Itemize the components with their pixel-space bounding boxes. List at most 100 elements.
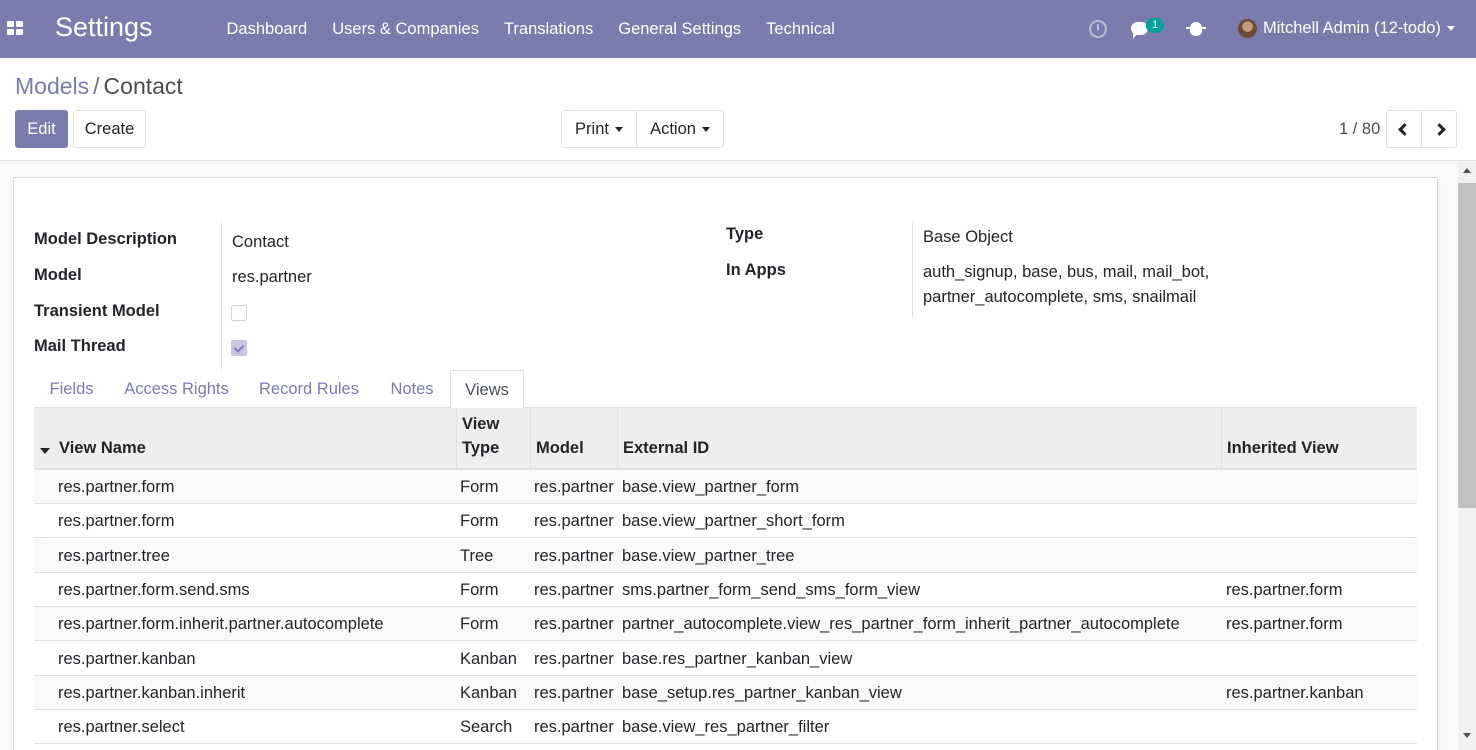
table-row[interactable]: res.partner.form.inherit.partner.autocom… [34,607,1417,642]
cell-model: res.partner [534,649,614,668]
tab-fields[interactable]: Fields [34,370,109,408]
cell-xml-id: base_setup.res_partner_kanban_view [622,683,902,702]
top-navbar: Settings Dashboard Users & Companies Tra… [0,0,1476,58]
caret-down-icon [614,127,623,133]
cell-type: Form [460,615,499,634]
menu-dashboard[interactable]: Dashboard [214,0,320,58]
cell-xml-id: base.view_partner_tree [622,546,795,565]
caret-down-icon [1446,26,1455,32]
edit-button[interactable]: Edit [15,110,68,148]
pager-next-button[interactable] [1421,110,1457,148]
sort-caret-icon[interactable] [40,448,50,454]
cell-inherited: res.partner.form [1226,580,1343,599]
cell-model: res.partner [534,478,614,496]
label-separator [221,222,222,370]
cell-xml-id: base.view_partner_short_form [622,512,845,531]
mail-thread-label: Mail Thread [34,337,126,355]
cell-model: res.partner [534,546,614,565]
table-row[interactable]: res.partner.kanban Kanban res.partner base.… [34,642,1417,676]
column-inherited-view[interactable]: Inherited View [1221,408,1417,468]
cell-model: res.partner [534,580,614,599]
table-header: View Name View Type Model External ID Inh… [34,408,1417,470]
column-view-name-label: View Name [59,439,146,457]
column-view-type-label: View Type [462,415,500,457]
column-model-label: Model [536,439,584,457]
column-view-type[interactable]: View Type [456,408,530,468]
cell-type: Search [460,718,513,737]
in-apps-label: In Apps [726,261,786,279]
cell-inherited: res.partner.form [1226,615,1343,634]
caret-down-icon [701,127,710,133]
column-external-id[interactable]: External ID [617,408,1221,468]
cell-name: res.partner.kanban [58,649,196,668]
cell-type: Tree [460,546,494,565]
column-model[interactable]: Model [530,408,617,468]
cell-type: Form [460,512,499,531]
type-value: Base Object [923,228,1013,246]
cell-xml-id: sms.partner_form_send_sms_form_view [622,580,921,599]
tab-notes[interactable]: Notes [380,370,444,408]
transient-model-checkbox[interactable] [231,305,247,321]
main-menu: Dashboard Users & Companies Translations… [214,0,847,58]
table-row[interactable]: res.partner.form Form res.partner base.view… [34,504,1417,539]
table-row[interactable]: res.partner.form.send.sms Form res.partner… [34,573,1417,607]
cell-name: res.partner.form [58,478,175,496]
print-dropdown[interactable]: Print [561,110,637,148]
cell-inherited: res.partner.kanban [1226,683,1364,702]
column-view-name[interactable]: View Name [54,408,456,468]
breadcrumb-models[interactable]: Models [15,73,89,99]
create-button[interactable]: Create [73,110,146,148]
cell-type: Kanban [460,683,517,702]
tab-views[interactable]: Views [450,370,524,409]
cell-xml-id: base.view_res_partner_filter [622,718,830,737]
bug-icon[interactable] [1186,22,1206,36]
menu-translations[interactable]: Translations [491,0,605,58]
scrollbar-thumb[interactable] [1458,183,1476,508]
cell-type: Form [460,478,499,496]
mail-thread-checkbox[interactable] [231,340,247,356]
user-menu[interactable]: Mitchell Admin (12-todo) [1263,19,1455,38]
cell-model: res.partner [534,615,614,634]
cell-name: res.partner.kanban.inherit [58,683,246,702]
pager-previous-button[interactable] [1386,110,1422,148]
table-row[interactable]: res.partner.select Search res.partner base.… [34,710,1417,745]
breadcrumb: Models / Contact [15,73,183,100]
model-description-label: Model Description [34,230,178,248]
user-name: Mitchell Admin (12-todo) [1263,19,1441,37]
cell-name: res.partner.select [58,718,185,737]
pager-value[interactable]: 1 / 80 [1339,120,1380,139]
cell-xml-id: base.res_partner_kanban_view [622,649,853,668]
cell-model: res.partner [534,683,614,702]
chevron-left-icon [1397,123,1411,136]
column-external-id-label: External ID [623,439,710,457]
avatar[interactable] [1238,19,1257,38]
apps-icon[interactable] [7,21,23,35]
menu-technical[interactable]: Technical [754,0,848,58]
in-apps-value-line1: auth_signup, base, bus, mail, mail_bot, [923,263,1210,281]
in-apps-value-line2: partner_autocomplete, sms, snailmail [923,288,1197,306]
menu-users-companies[interactable]: Users & Companies [320,0,492,58]
app-title[interactable]: Settings [55,12,153,43]
print-label: Print [575,120,609,138]
clock-icon[interactable] [1089,20,1107,38]
breadcrumb-separator: / [93,73,100,99]
cell-type: Kanban [460,649,517,668]
cell-model: res.partner [534,512,614,531]
scroll-up-arrow-icon[interactable] [1463,168,1471,173]
model-label: Model [34,266,82,284]
column-inherited-view-label: Inherited View [1227,439,1339,457]
label-separator [912,222,913,318]
scroll-down-arrow-icon[interactable] [1463,733,1471,738]
tab-record-rules[interactable]: Record Rules [248,370,370,408]
table-row[interactable]: res.partner.tree Tree res.partner base.view… [34,538,1417,573]
tab-access-rights[interactable]: Access Rights [114,370,239,408]
table-row[interactable]: res.partner.kanban.inherit Kanban res.part… [34,675,1417,710]
table-row[interactable]: res.partner.form Form res.partner base.view… [34,470,1417,504]
cell-model: res.partner [534,718,614,737]
action-dropdown[interactable]: Action [636,110,724,148]
menu-general-settings[interactable]: General Settings [606,0,754,58]
model-value: res.partner [232,268,312,286]
type-label: Type [726,225,764,243]
transient-model-label: Transient Model [34,302,160,320]
model-description-value: Contact [232,233,289,251]
